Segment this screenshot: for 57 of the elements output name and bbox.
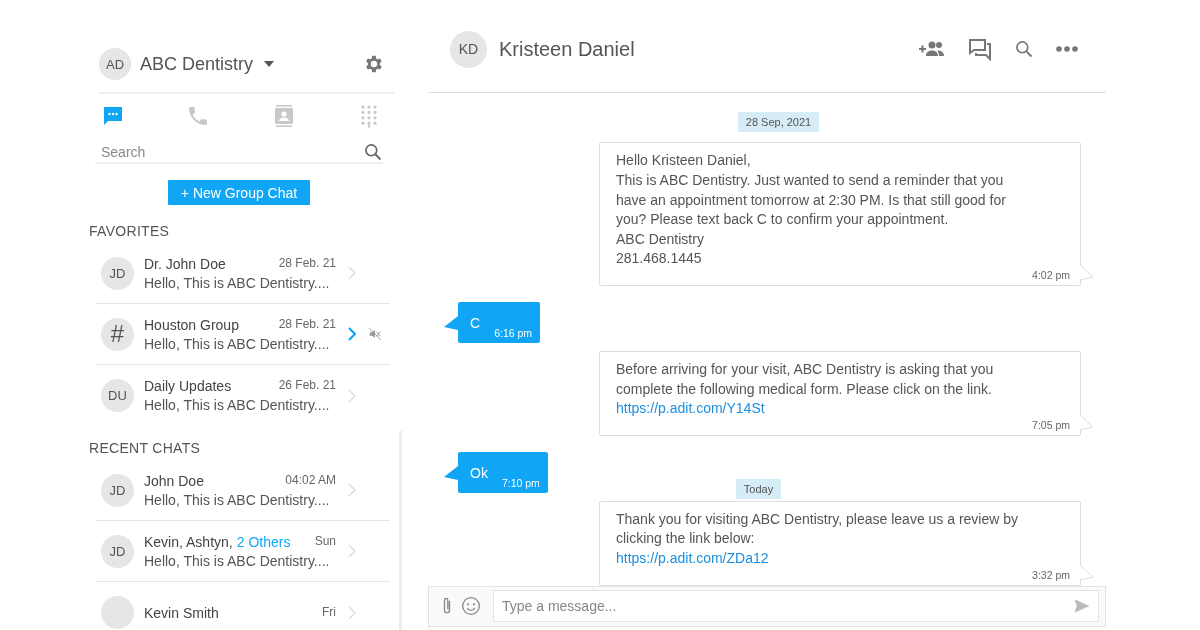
conversation-name: Houston Group [144, 316, 239, 333]
message-time: 4:02 pm [1032, 269, 1070, 281]
conversation-item[interactable]: DU Daily Updates 26 Feb. 21 Hello, This is ABC Dentistry.... [95, 365, 390, 426]
conversation-date: 28 Feb. 21 [278, 255, 336, 272]
message-text: Before arriving for your visit, ABC Dentistry is asking that you [616, 360, 995, 379]
message-text: ABC Dentistry [616, 229, 705, 249]
message-time: 6:16 pm [494, 327, 533, 339]
message-preview: Hello, This is ABC Dentistry.... [144, 335, 331, 352]
message-link[interactable]: https://p.adit.com/ZDa12 [616, 548, 769, 569]
contact-avatar: JD [101, 473, 134, 507]
date-separator: Today [735, 478, 782, 499]
message-text: have an appointment tomorrow at 2:30 PM. Is that still good for [616, 190, 1007, 210]
message-text: Hello Kristeen Daniel, [616, 151, 752, 171]
message-text: clicking the link below: [616, 529, 756, 549]
message-text: Thank you for visiting ABC Dentistry, please leave us a review by [616, 509, 1020, 529]
conversation-name: Kevin Smith [144, 604, 219, 621]
conversation-item[interactable]: Kevin Smith Fri [95, 582, 390, 630]
message-preview: Hello, This is ABC Dentistry.... [144, 274, 331, 291]
conversation-name: Dr. John Doe [144, 255, 226, 272]
date-separator: 28 Sep, 2021 [737, 112, 820, 133]
message-preview: Hello, This is ABC Dentistry.... [144, 397, 331, 413]
message-preview: Hello, This is ABC Dentistry.... [144, 552, 331, 569]
conversation-date: 04:02 AM [285, 472, 336, 489]
message-time: 3:32 pm [1032, 568, 1070, 581]
conversation-name: Kevin, Ashtyn, 2 Others [144, 533, 291, 550]
message-time: 7:10 pm [501, 476, 540, 489]
contact-name: Kristeen Daniel [499, 37, 635, 61]
contact-avatar: KD [450, 30, 487, 68]
conversation-name: Daily Updates [144, 378, 232, 394]
message-link[interactable]: https://p.adit.com/Y14St [616, 399, 765, 419]
conversation-date: Fri [322, 604, 336, 621]
account-avatar: AD [99, 48, 131, 80]
conversation-name: John Doe [144, 472, 204, 489]
conversation-item[interactable]: JD John Doe 04:02 AM Hello, This is ABC Dentistry.... [95, 460, 390, 521]
message-text: 281.468.1445 [616, 249, 703, 269]
contact-avatar: JD [101, 256, 134, 290]
message-preview: Hello, This is ABC Dentistry.... [144, 491, 331, 508]
contact-avatar: DU [101, 379, 134, 412]
contact-avatar: JD [101, 534, 134, 568]
group-avatar: # [101, 317, 134, 351]
search-field[interactable]: Search [95, 144, 363, 160]
account-name[interactable]: ABC Dentistry [140, 53, 254, 75]
conversation-item[interactable]: # Houston Group 28 Feb. 21 Hello, This is ABC Dentistry.... [95, 304, 390, 365]
message-input[interactable]: Type a message... [493, 590, 1099, 623]
message-text: Ok [470, 465, 488, 482]
conversation-item[interactable]: JD Dr. John Doe 28 Feb. 21 Hello, This is ABC Dentistry.... [95, 243, 390, 304]
message-text: This is ABC Dentistry. Just wanted to send a reminder that you [616, 171, 1005, 190]
conversation-item[interactable]: JD Kevin, Ashtyn, 2 Others Sun Hello, This is ABC Dentistry.... [95, 521, 390, 582]
conversation-date: 28 Feb. 21 [278, 316, 336, 333]
section-heading: FAVORITES [89, 223, 171, 239]
section-heading: RECENT CHATS [89, 440, 202, 456]
message-text: C [470, 315, 481, 332]
message-text: complete the following medical form. Please click on the link. [616, 379, 993, 399]
message-text: you? Please text back C to confirm your appointment. [616, 210, 950, 230]
conversation-date: 26 Feb. 21 [278, 378, 336, 394]
message-time: 7:05 pm [1032, 418, 1070, 431]
conversation-date: Sun [314, 533, 336, 550]
